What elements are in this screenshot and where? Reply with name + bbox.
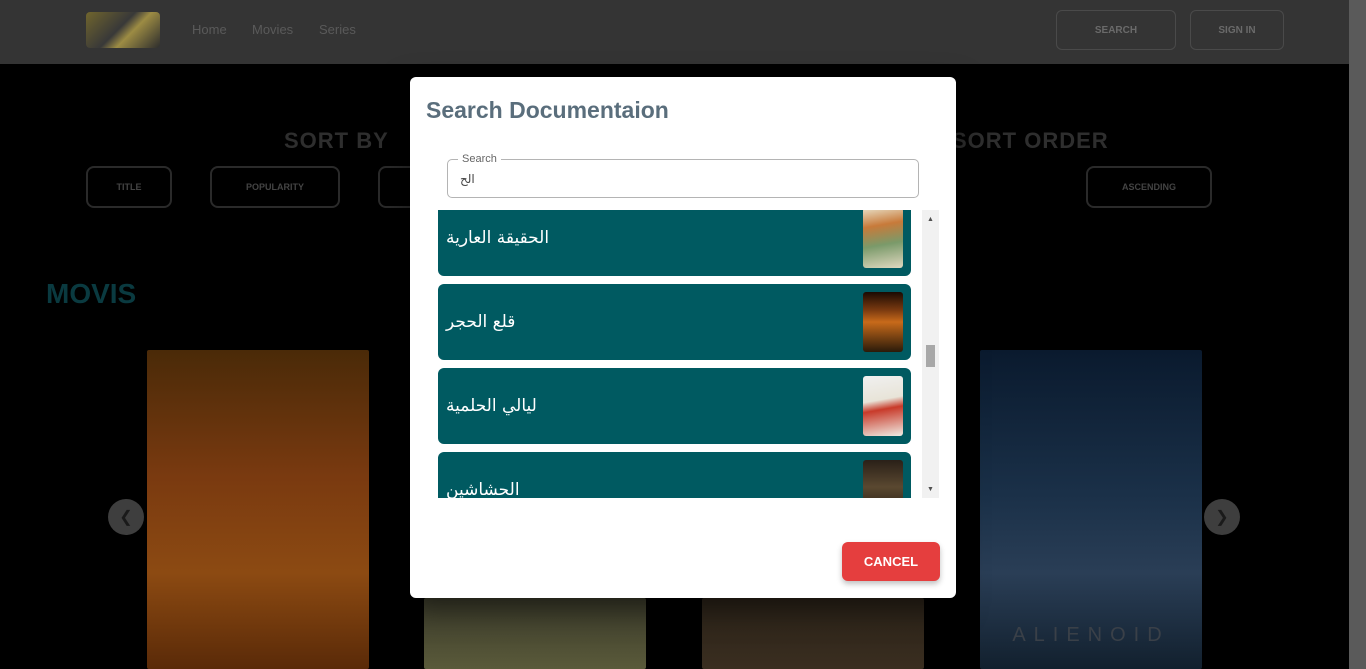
page-scrollbar[interactable]: [1349, 0, 1366, 669]
order-ascending-button[interactable]: ASCENDING: [1086, 166, 1212, 208]
nav-link-series[interactable]: Series: [319, 22, 356, 37]
result-title: قلع الحجر: [446, 312, 516, 332]
result-item[interactable]: الحقيقة العارية: [438, 210, 911, 276]
poster-thumbnail: [863, 376, 903, 436]
nav-link-home[interactable]: Home: [192, 22, 227, 37]
site-logo[interactable]: [86, 12, 160, 48]
sort-popularity-button[interactable]: POPULARITY: [210, 166, 340, 208]
nav-search-button[interactable]: SEARCH: [1056, 10, 1176, 50]
poster-thumbnail: [863, 292, 903, 352]
results-list-inner: الحقيقة العارية قلع الحجر ليالي الحلمية …: [438, 210, 911, 498]
movie-poster[interactable]: ALIENOID: [980, 350, 1202, 669]
movies-heading: MOVIS: [46, 278, 137, 309]
search-label: Search: [458, 153, 501, 165]
dialog-title: Search Documentaion: [426, 97, 669, 123]
results-list[interactable]: الحقيقة العارية قلع الحجر ليالي الحلمية …: [438, 210, 939, 498]
chevron-right-icon[interactable]: ❯: [1204, 499, 1240, 535]
result-item[interactable]: ليالي الحلمية: [438, 368, 911, 444]
result-title: الحشاشين: [446, 480, 520, 498]
chevron-left-icon[interactable]: ❮: [108, 499, 144, 535]
results-scrollbar[interactable]: ▲ ▼: [922, 210, 939, 498]
poster-thumbnail: [863, 460, 903, 498]
sign-in-button[interactable]: SIGN IN: [1190, 10, 1284, 50]
cancel-button[interactable]: CANCEL: [842, 542, 940, 581]
search-field[interactable]: Search: [447, 153, 919, 198]
sort-by-heading: SORT BY: [284, 128, 389, 153]
result-item[interactable]: الحشاشين: [438, 452, 911, 498]
nav-link-movies[interactable]: Movies: [252, 22, 293, 37]
movie-poster[interactable]: [702, 598, 924, 669]
navbar: Home Movies Series SEARCH SIGN IN: [0, 0, 1366, 64]
sort-title-button[interactable]: TITLE: [86, 166, 172, 208]
poster-caption: ALIENOID: [1012, 624, 1170, 646]
sort-order-heading: SORT ORDER: [952, 128, 1109, 153]
result-item[interactable]: قلع الحجر: [438, 284, 911, 360]
movie-poster[interactable]: [424, 598, 646, 669]
triangle-up-icon[interactable]: ▲: [922, 212, 939, 226]
result-title: ليالي الحلمية: [446, 396, 537, 416]
poster-thumbnail: [863, 210, 903, 268]
triangle-down-icon[interactable]: ▼: [922, 482, 939, 496]
search-dialog: Search Documentaion Search الحقيقة العار…: [410, 77, 956, 598]
movie-poster[interactable]: [147, 350, 369, 669]
search-input[interactable]: [460, 170, 900, 188]
scrollbar-thumb[interactable]: [926, 345, 935, 367]
result-title: الحقيقة العارية: [446, 228, 550, 248]
